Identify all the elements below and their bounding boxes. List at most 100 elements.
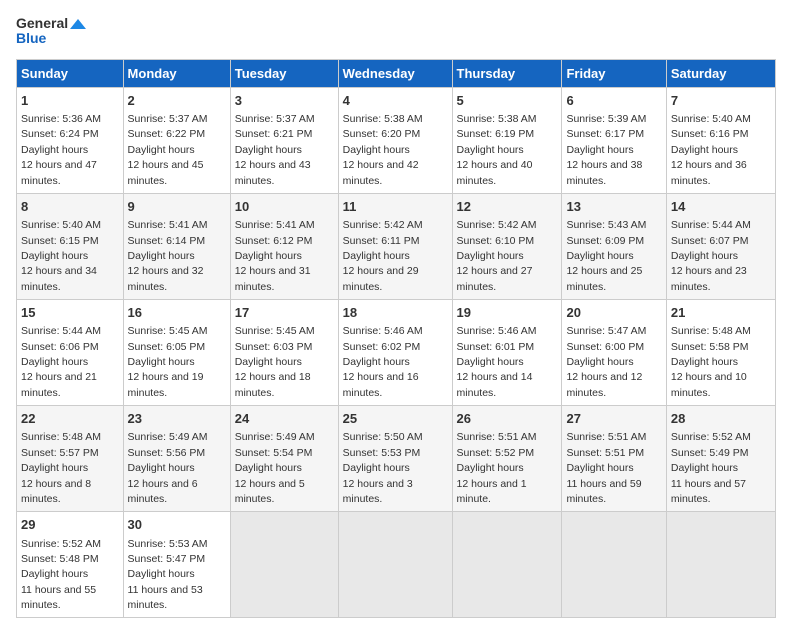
day-info: Sunrise: 5:46 AMSunset: 6:02 PMDaylight … bbox=[343, 325, 423, 399]
day-info: Sunrise: 5:53 AMSunset: 5:47 PMDaylight … bbox=[128, 538, 208, 612]
day-number: 22 bbox=[21, 410, 119, 428]
day-number: 24 bbox=[235, 410, 334, 428]
day-info: Sunrise: 5:45 AMSunset: 6:05 PMDaylight … bbox=[128, 325, 208, 399]
calendar-cell: 26 Sunrise: 5:51 AMSunset: 5:52 PMDayligh… bbox=[452, 406, 562, 512]
day-info: Sunrise: 5:50 AMSunset: 5:53 PMDaylight … bbox=[343, 431, 423, 505]
day-number: 28 bbox=[671, 410, 771, 428]
calendar-cell: 17 Sunrise: 5:45 AMSunset: 6:03 PMDayligh… bbox=[230, 300, 338, 406]
day-number: 18 bbox=[343, 304, 448, 322]
calendar-cell bbox=[666, 512, 775, 618]
day-number: 5 bbox=[457, 92, 558, 110]
calendar-cell: 21Sunrise: 5:48 AMSunset: 5:58 PMDayligh… bbox=[666, 300, 775, 406]
calendar-cell: 24 Sunrise: 5:49 AMSunset: 5:54 PMDayligh… bbox=[230, 406, 338, 512]
day-number: 13 bbox=[566, 198, 661, 216]
day-number: 7 bbox=[671, 92, 771, 110]
header-row: SundayMondayTuesdayWednesdayThursdayFrid… bbox=[17, 59, 776, 87]
day-info: Sunrise: 5:41 AMSunset: 6:12 PMDaylight … bbox=[235, 219, 315, 293]
calendar-cell: 28 Sunrise: 5:52 AMSunset: 5:49 PMDayligh… bbox=[666, 406, 775, 512]
calendar-cell bbox=[230, 512, 338, 618]
calendar-cell: 5 Sunrise: 5:38 AMSunset: 6:19 PMDaylight… bbox=[452, 87, 562, 193]
logo: General Blue bbox=[16, 16, 86, 47]
day-number: 29 bbox=[21, 516, 119, 534]
day-info: Sunrise: 5:39 AMSunset: 6:17 PMDaylight … bbox=[566, 113, 646, 187]
calendar-cell: 2 Sunrise: 5:37 AMSunset: 6:22 PMDaylight… bbox=[123, 87, 230, 193]
day-info: Sunrise: 5:37 AMSunset: 6:22 PMDaylight … bbox=[128, 113, 208, 187]
day-number: 14 bbox=[671, 198, 771, 216]
header-monday: Monday bbox=[123, 59, 230, 87]
day-number: 16 bbox=[128, 304, 226, 322]
calendar-cell: 22 Sunrise: 5:48 AMSunset: 5:57 PMDayligh… bbox=[17, 406, 124, 512]
calendar-cell bbox=[338, 512, 452, 618]
calendar-cell: 20 Sunrise: 5:47 AMSunset: 6:00 PMDayligh… bbox=[562, 300, 666, 406]
day-info: Sunrise: 5:45 AMSunset: 6:03 PMDaylight … bbox=[235, 325, 315, 399]
header-friday: Friday bbox=[562, 59, 666, 87]
day-number: 17 bbox=[235, 304, 334, 322]
day-info: Sunrise: 5:48 AMSunset: 5:57 PMDaylight … bbox=[21, 431, 101, 505]
day-number: 26 bbox=[457, 410, 558, 428]
day-info: Sunrise: 5:47 AMSunset: 6:00 PMDaylight … bbox=[566, 325, 646, 399]
calendar-week-4: 22 Sunrise: 5:48 AMSunset: 5:57 PMDayligh… bbox=[17, 406, 776, 512]
day-info: Sunrise: 5:40 AMSunset: 6:16 PMDaylight … bbox=[671, 113, 751, 187]
calendar-cell: 23 Sunrise: 5:49 AMSunset: 5:56 PMDayligh… bbox=[123, 406, 230, 512]
calendar-cell: 9 Sunrise: 5:41 AMSunset: 6:14 PMDaylight… bbox=[123, 193, 230, 299]
calendar-cell bbox=[452, 512, 562, 618]
day-info: Sunrise: 5:52 AMSunset: 5:48 PMDaylight … bbox=[21, 538, 101, 612]
day-info: Sunrise: 5:52 AMSunset: 5:49 PMDaylight … bbox=[671, 431, 751, 505]
day-number: 6 bbox=[566, 92, 661, 110]
calendar-cell: 8 Sunrise: 5:40 AMSunset: 6:15 PMDaylight… bbox=[17, 193, 124, 299]
calendar-cell: 27Sunrise: 5:51 AMSunset: 5:51 PMDayligh… bbox=[562, 406, 666, 512]
day-info: Sunrise: 5:49 AMSunset: 5:56 PMDaylight … bbox=[128, 431, 208, 505]
day-number: 21 bbox=[671, 304, 771, 322]
calendar-cell: 1 Sunrise: 5:36 AMSunset: 6:24 PMDaylight… bbox=[17, 87, 124, 193]
calendar-cell: 3Sunrise: 5:37 AMSunset: 6:21 PMDaylight… bbox=[230, 87, 338, 193]
day-info: Sunrise: 5:38 AMSunset: 6:20 PMDaylight … bbox=[343, 113, 423, 187]
day-number: 23 bbox=[128, 410, 226, 428]
calendar-week-3: 15Sunrise: 5:44 AMSunset: 6:06 PMDayligh… bbox=[17, 300, 776, 406]
calendar-cell: 29 Sunrise: 5:52 AMSunset: 5:48 PMDayligh… bbox=[17, 512, 124, 618]
day-info: Sunrise: 5:44 AMSunset: 6:06 PMDaylight … bbox=[21, 325, 101, 399]
day-number: 10 bbox=[235, 198, 334, 216]
day-info: Sunrise: 5:38 AMSunset: 6:19 PMDaylight … bbox=[457, 113, 537, 187]
day-info: Sunrise: 5:49 AMSunset: 5:54 PMDaylight … bbox=[235, 431, 315, 505]
calendar-cell: 10 Sunrise: 5:41 AMSunset: 6:12 PMDayligh… bbox=[230, 193, 338, 299]
day-info: Sunrise: 5:42 AMSunset: 6:10 PMDaylight … bbox=[457, 219, 537, 293]
day-info: Sunrise: 5:41 AMSunset: 6:14 PMDaylight … bbox=[128, 219, 208, 293]
day-number: 8 bbox=[21, 198, 119, 216]
day-info: Sunrise: 5:51 AMSunset: 5:52 PMDaylight … bbox=[457, 431, 537, 505]
calendar-header: SundayMondayTuesdayWednesdayThursdayFrid… bbox=[17, 59, 776, 87]
day-info: Sunrise: 5:37 AMSunset: 6:21 PMDaylight … bbox=[235, 113, 315, 187]
calendar-week-5: 29 Sunrise: 5:52 AMSunset: 5:48 PMDayligh… bbox=[17, 512, 776, 618]
day-number: 27 bbox=[566, 410, 661, 428]
calendar-body: 1 Sunrise: 5:36 AMSunset: 6:24 PMDaylight… bbox=[17, 87, 776, 618]
day-number: 25 bbox=[343, 410, 448, 428]
day-number: 9 bbox=[128, 198, 226, 216]
calendar-cell: 15Sunrise: 5:44 AMSunset: 6:06 PMDayligh… bbox=[17, 300, 124, 406]
day-info: Sunrise: 5:46 AMSunset: 6:01 PMDaylight … bbox=[457, 325, 537, 399]
day-number: 4 bbox=[343, 92, 448, 110]
calendar-cell: 6 Sunrise: 5:39 AMSunset: 6:17 PMDaylight… bbox=[562, 87, 666, 193]
day-info: Sunrise: 5:44 AMSunset: 6:07 PMDaylight … bbox=[671, 219, 751, 293]
calendar-cell: 7 Sunrise: 5:40 AMSunset: 6:16 PMDaylight… bbox=[666, 87, 775, 193]
day-info: Sunrise: 5:36 AMSunset: 6:24 PMDaylight … bbox=[21, 113, 101, 187]
day-number: 1 bbox=[21, 92, 119, 110]
calendar-week-1: 1 Sunrise: 5:36 AMSunset: 6:24 PMDaylight… bbox=[17, 87, 776, 193]
calendar-cell bbox=[562, 512, 666, 618]
calendar-cell: 16 Sunrise: 5:45 AMSunset: 6:05 PMDayligh… bbox=[123, 300, 230, 406]
header-saturday: Saturday bbox=[666, 59, 775, 87]
day-number: 11 bbox=[343, 198, 448, 216]
header-tuesday: Tuesday bbox=[230, 59, 338, 87]
page-header: General Blue bbox=[16, 16, 776, 47]
calendar-cell: 19Sunrise: 5:46 AMSunset: 6:01 PMDayligh… bbox=[452, 300, 562, 406]
calendar-cell: 4 Sunrise: 5:38 AMSunset: 6:20 PMDaylight… bbox=[338, 87, 452, 193]
day-number: 20 bbox=[566, 304, 661, 322]
header-sunday: Sunday bbox=[17, 59, 124, 87]
header-wednesday: Wednesday bbox=[338, 59, 452, 87]
day-number: 2 bbox=[128, 92, 226, 110]
day-number: 30 bbox=[128, 516, 226, 534]
day-number: 12 bbox=[457, 198, 558, 216]
day-info: Sunrise: 5:40 AMSunset: 6:15 PMDaylight … bbox=[21, 219, 101, 293]
day-info: Sunrise: 5:43 AMSunset: 6:09 PMDaylight … bbox=[566, 219, 646, 293]
calendar-cell: 25 Sunrise: 5:50 AMSunset: 5:53 PMDayligh… bbox=[338, 406, 452, 512]
calendar-table: SundayMondayTuesdayWednesdayThursdayFrid… bbox=[16, 59, 776, 619]
calendar-cell: 13 Sunrise: 5:43 AMSunset: 6:09 PMDayligh… bbox=[562, 193, 666, 299]
